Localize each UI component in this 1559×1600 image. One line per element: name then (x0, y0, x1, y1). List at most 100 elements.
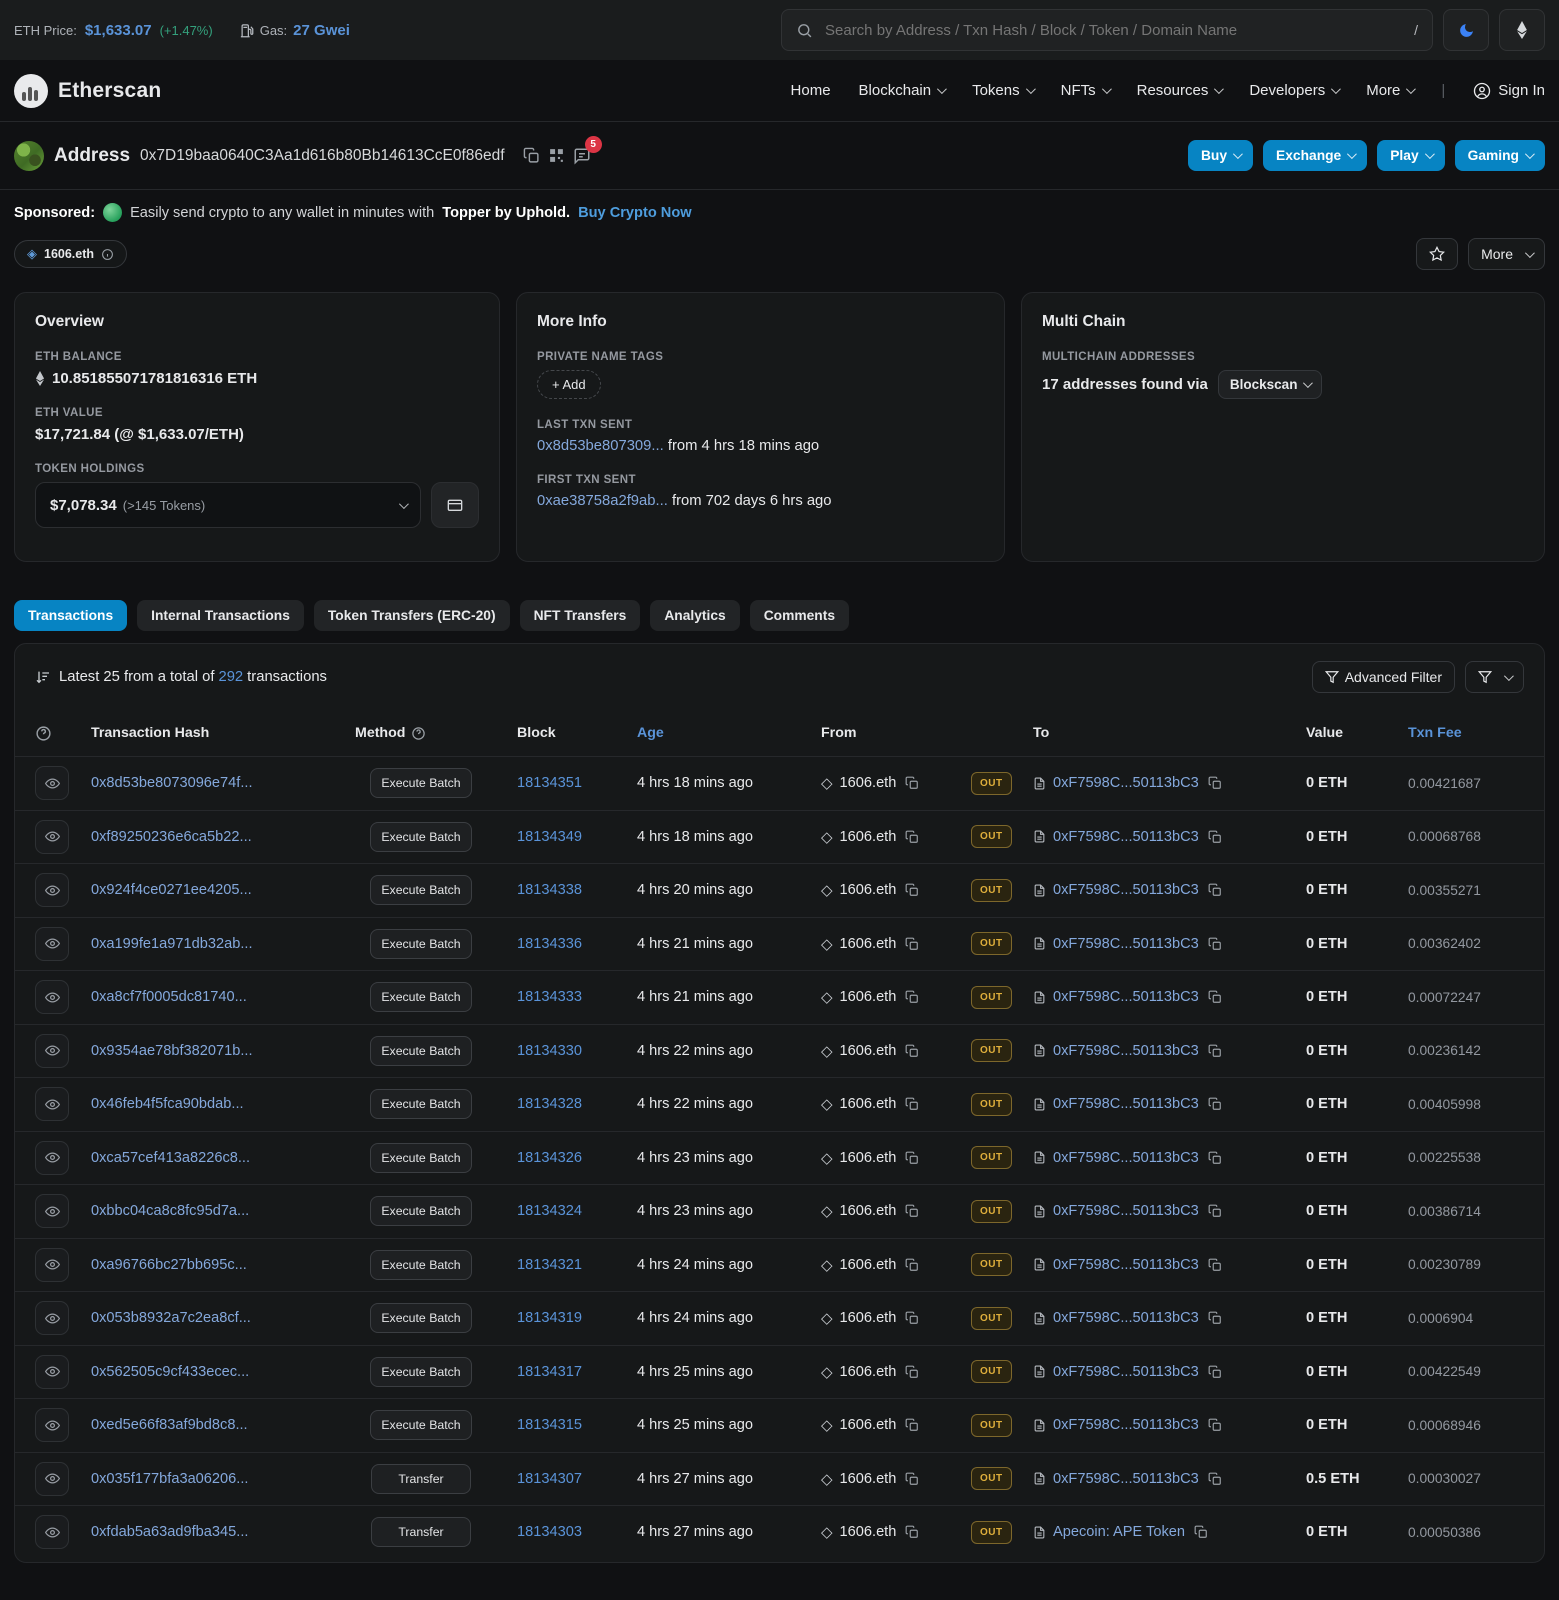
qr-code-button[interactable] (544, 143, 569, 168)
view-transaction-button[interactable] (35, 1087, 69, 1121)
copy-address-button[interactable] (519, 143, 544, 168)
to-address-link[interactable]: 0xF7598C...50113bC3 (1053, 775, 1199, 791)
from-address[interactable]: 1606.eth (840, 775, 897, 791)
from-address[interactable]: 1606.eth (840, 1417, 897, 1433)
help-circle-icon[interactable] (35, 725, 52, 742)
view-transaction-button[interactable] (35, 873, 69, 907)
from-address[interactable]: 1606.eth (840, 1096, 897, 1112)
copy-from-button[interactable] (903, 1470, 921, 1488)
filter-dropdown-button[interactable] (1465, 661, 1524, 693)
from-address[interactable]: 1606.eth (840, 1471, 897, 1487)
block-link[interactable]: 18134315 (517, 1417, 582, 1433)
favorite-star-button[interactable] (1416, 238, 1458, 270)
from-address[interactable]: 1606.eth (840, 882, 897, 898)
to-address-link[interactable]: 0xF7598C...50113bC3 (1053, 936, 1199, 952)
copy-from-button[interactable] (903, 828, 921, 846)
view-transaction-button[interactable] (35, 1141, 69, 1175)
blockscan-select[interactable]: Blockscan (1218, 370, 1323, 399)
add-private-tag-button[interactable]: + Add (537, 370, 601, 399)
tab-transactions[interactable]: Transactions (14, 600, 127, 631)
transaction-hash-link[interactable]: 0x035f177bfa3a06206... (91, 1471, 248, 1487)
block-link[interactable]: 18134321 (517, 1257, 582, 1273)
view-transaction-button[interactable] (35, 1194, 69, 1228)
first-txn-hash-link[interactable]: 0xae38758a2f9ab... (537, 493, 668, 509)
copy-from-button[interactable] (903, 1042, 921, 1060)
to-address-link[interactable]: 0xF7598C...50113bC3 (1053, 1150, 1199, 1166)
token-holdings-dropdown[interactable]: $7,078.34 (>145 Tokens) (35, 482, 421, 528)
block-link[interactable]: 18134307 (517, 1471, 582, 1487)
nav-item-tokens[interactable]: Tokens (972, 82, 1033, 99)
transaction-hash-link[interactable]: 0x8d53be8073096e74f... (91, 775, 253, 791)
buy-button[interactable]: Buy (1188, 140, 1253, 171)
block-link[interactable]: 18134326 (517, 1150, 582, 1166)
view-transaction-button[interactable] (35, 1355, 69, 1389)
transaction-hash-link[interactable]: 0x924f4ce0271ee4205... (91, 882, 252, 898)
block-link[interactable]: 18134336 (517, 936, 582, 952)
transaction-hash-link[interactable]: 0xca57cef413a8226c8... (91, 1150, 250, 1166)
nav-item-nfts[interactable]: NFTs (1061, 82, 1109, 99)
transaction-count-link[interactable]: 292 (218, 669, 243, 685)
copy-from-button[interactable] (903, 935, 921, 953)
advanced-filter-button[interactable]: Advanced Filter (1312, 661, 1455, 693)
block-link[interactable]: 18134349 (517, 829, 582, 845)
column-header-age[interactable]: Age (621, 725, 821, 741)
copy-to-button[interactable] (1206, 1042, 1224, 1060)
nav-item-developers[interactable]: Developers (1249, 82, 1338, 99)
view-transaction-button[interactable] (35, 1515, 69, 1549)
tab-comments[interactable]: Comments (750, 600, 849, 631)
from-address[interactable]: 1606.eth (840, 989, 897, 1005)
view-transaction-button[interactable] (35, 1248, 69, 1282)
copy-to-button[interactable] (1206, 774, 1224, 792)
copy-to-button[interactable] (1206, 828, 1224, 846)
view-transaction-button[interactable] (35, 1408, 69, 1442)
more-options-button[interactable]: More (1468, 238, 1545, 270)
copy-to-button[interactable] (1206, 935, 1224, 953)
to-address-link[interactable]: 0xF7598C...50113bC3 (1053, 882, 1199, 898)
view-transaction-button[interactable] (35, 1462, 69, 1496)
block-link[interactable]: 18134338 (517, 882, 582, 898)
transaction-hash-link[interactable]: 0x46feb4f5fca90bdab... (91, 1096, 244, 1112)
view-transaction-button[interactable] (35, 1034, 69, 1068)
to-address-link[interactable]: 0xF7598C...50113bC3 (1053, 1257, 1199, 1273)
to-address-link[interactable]: 0xF7598C...50113bC3 (1053, 1417, 1199, 1433)
copy-from-button[interactable] (903, 1202, 921, 1220)
gas-value[interactable]: 27 Gwei (293, 22, 350, 39)
transaction-hash-link[interactable]: 0xfdab5a63ad9fba345... (91, 1524, 248, 1540)
copy-from-button[interactable] (903, 1363, 921, 1381)
view-transaction-button[interactable] (35, 927, 69, 961)
gaming-button[interactable]: Gaming (1455, 140, 1545, 171)
to-address-link[interactable]: 0xF7598C...50113bC3 (1053, 989, 1199, 1005)
copy-from-button[interactable] (903, 1416, 921, 1434)
transaction-hash-link[interactable]: 0xed5e66f83af9bd8c8... (91, 1417, 248, 1433)
view-transaction-button[interactable] (35, 1301, 69, 1335)
view-transaction-button[interactable] (35, 820, 69, 854)
from-address[interactable]: 1606.eth (840, 1043, 897, 1059)
to-address-link[interactable]: 0xF7598C...50113bC3 (1053, 1310, 1199, 1326)
copy-from-button[interactable] (903, 881, 921, 899)
copy-to-button[interactable] (1206, 1309, 1224, 1327)
copy-from-button[interactable] (903, 1523, 921, 1541)
block-link[interactable]: 18134330 (517, 1043, 582, 1059)
tab-token-transfers[interactable]: Token Transfers (ERC-20) (314, 600, 510, 631)
transaction-hash-link[interactable]: 0x053b8932a7c2ea8cf... (91, 1310, 251, 1326)
copy-to-button[interactable] (1206, 1470, 1224, 1488)
to-address-link[interactable]: 0xF7598C...50113bC3 (1053, 1096, 1199, 1112)
copy-to-button[interactable] (1192, 1523, 1210, 1541)
block-link[interactable]: 18134319 (517, 1310, 582, 1326)
to-address-link[interactable]: 0xF7598C...50113bC3 (1053, 829, 1199, 845)
copy-to-button[interactable] (1206, 1149, 1224, 1167)
sort-icon[interactable] (35, 669, 51, 685)
from-address[interactable]: 1606.eth (840, 1150, 897, 1166)
nav-item-more[interactable]: More (1366, 82, 1413, 99)
from-address[interactable]: 1606.eth (840, 1364, 897, 1380)
transaction-hash-link[interactable]: 0xbbc04ca8c8fc95d7a... (91, 1203, 249, 1219)
block-link[interactable]: 18134324 (517, 1203, 582, 1219)
block-link[interactable]: 18134328 (517, 1096, 582, 1112)
network-button[interactable] (1499, 9, 1545, 51)
block-link[interactable]: 18134303 (517, 1524, 582, 1540)
to-address-link[interactable]: Apecoin: APE Token (1053, 1524, 1185, 1540)
transaction-hash-link[interactable]: 0xa96766bc27bb695c... (91, 1257, 247, 1273)
view-transaction-button[interactable] (35, 766, 69, 800)
wallet-button[interactable] (431, 482, 479, 528)
tab-nft-transfers[interactable]: NFT Transfers (520, 600, 641, 631)
